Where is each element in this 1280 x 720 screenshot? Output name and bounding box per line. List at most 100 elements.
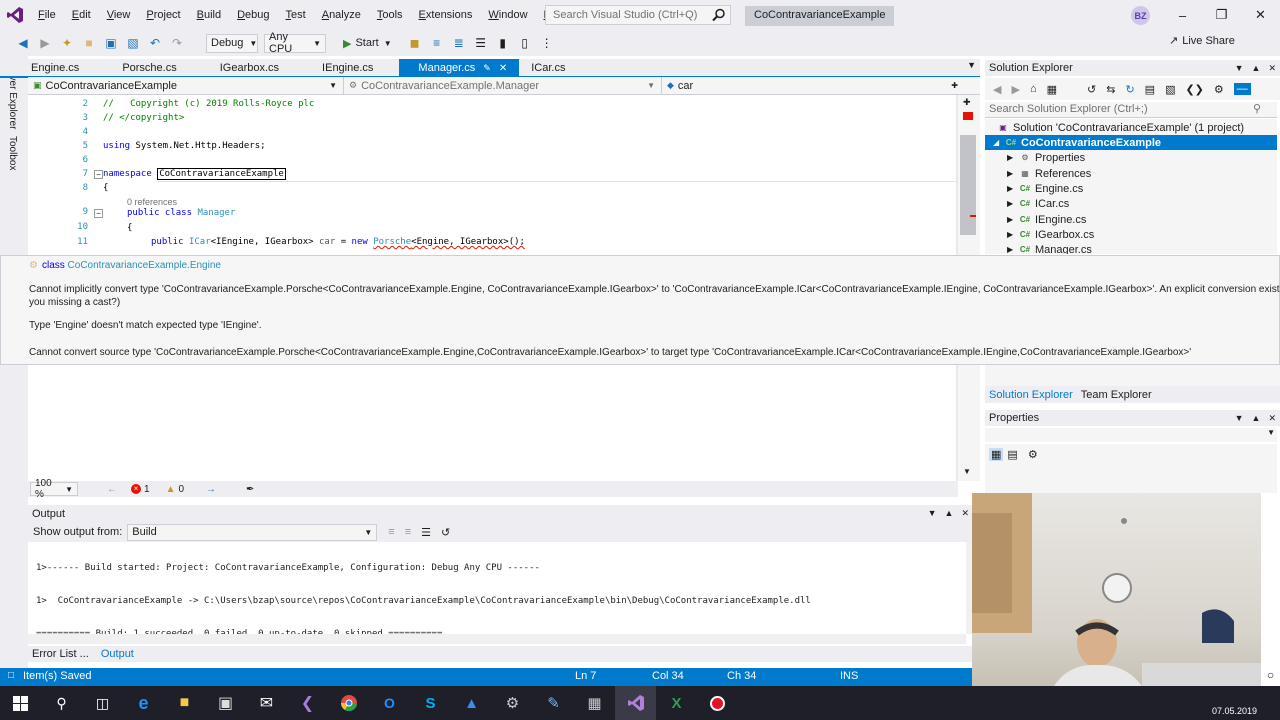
comment-icon[interactable]: ☰ xyxy=(472,34,490,52)
scroll-down-icon[interactable]: ▼ xyxy=(963,467,971,476)
tab-iengine[interactable]: IEngine.cs xyxy=(291,59,385,76)
tree-project[interactable]: ◢ C# CoContravarianceExample xyxy=(985,135,1277,150)
bookmark-prev-icon[interactable]: ▯ xyxy=(516,34,534,52)
window-menu-icon[interactable]: ▼ xyxy=(928,508,937,519)
mail-icon[interactable]: ✉ xyxy=(246,686,287,720)
properties-icon[interactable]: ⚙ xyxy=(1214,83,1224,96)
visual-studio-taskbar-icon[interactable] xyxy=(615,686,656,720)
find-next-icon[interactable]: ≡ xyxy=(405,526,411,538)
menu-window[interactable]: Window xyxy=(480,0,535,30)
collapse-all-icon[interactable]: ▤ xyxy=(1145,83,1155,96)
window-menu-icon[interactable]: ▼ xyxy=(1235,413,1244,424)
tab-igearbox[interactable]: IGearbox.cs xyxy=(189,59,291,76)
member-dropdown[interactable]: ◆ car ✚ xyxy=(662,77,962,94)
task-view-icon[interactable]: ◫ xyxy=(82,686,123,720)
edge-icon[interactable]: e xyxy=(123,686,164,720)
tree-file[interactable]: ▶ C# IGearbox.cs xyxy=(1007,227,1094,242)
close-panel-icon[interactable]: ✕ xyxy=(1268,413,1276,424)
calculator-icon[interactable]: ▦ xyxy=(574,686,615,720)
output-source-select[interactable]: Build ▼ xyxy=(127,523,378,541)
back-icon[interactable]: ◀ xyxy=(993,83,1001,96)
skype-icon[interactable]: S xyxy=(410,686,451,720)
tab-error-list[interactable]: Error List ... xyxy=(28,648,93,660)
pin-icon[interactable]: ✎ xyxy=(483,63,491,74)
tab-output[interactable]: Output xyxy=(97,648,138,660)
undo-icon[interactable]: ↶ xyxy=(146,34,164,52)
home-icon[interactable]: ⌂ xyxy=(1030,83,1037,95)
tree-file[interactable]: ▶ C# IEngine.cs xyxy=(1007,212,1086,227)
menu-project[interactable]: Project xyxy=(138,0,188,30)
error-marker[interactable] xyxy=(963,112,973,120)
tab-engine[interactable]: Engine.cs xyxy=(0,59,91,76)
preview-icon[interactable]: — xyxy=(1233,83,1251,95)
tab-icar[interactable]: ICar.cs xyxy=(519,59,577,76)
avatar[interactable]: BZ xyxy=(1131,6,1150,25)
forward-icon[interactable]: ▶ xyxy=(36,34,54,52)
step-icon[interactable]: ≡ xyxy=(428,34,446,52)
word-wrap-icon[interactable]: ↺ xyxy=(441,526,450,539)
attach-icon[interactable]: ◼ xyxy=(406,34,424,52)
restore-icon[interactable]: ❐ xyxy=(1202,0,1241,30)
pin-icon[interactable]: ▲ xyxy=(1252,413,1261,424)
menu-view[interactable]: View xyxy=(99,0,139,30)
brush-icon[interactable]: ✒ xyxy=(246,484,254,495)
solution-explorer-search[interactable]: Search Solution Explorer (Ctrl+;) ⚲ xyxy=(985,102,1277,118)
error-count[interactable]: × 1 xyxy=(131,484,150,495)
menu-test[interactable]: Test xyxy=(278,0,314,30)
codelens-references[interactable]: 0 references xyxy=(127,197,177,207)
tree-file[interactable]: ▶ C# Manager.cs xyxy=(1007,242,1092,255)
clear-all-icon[interactable]: ☰ xyxy=(421,526,431,539)
redo-icon[interactable]: ↷ xyxy=(168,34,186,52)
chrome-icon[interactable] xyxy=(328,686,369,720)
show-all-files-icon[interactable]: ▧ xyxy=(1165,83,1175,96)
tree-properties[interactable]: ▶ ⚙ Properties xyxy=(1007,150,1085,165)
menu-extensions[interactable]: Extensions xyxy=(411,0,481,30)
menu-edit[interactable]: Edit xyxy=(64,0,99,30)
vscode-icon[interactable]: ❮ xyxy=(287,686,328,720)
settings-icon[interactable]: ⚙ xyxy=(492,686,533,720)
split-icon[interactable]: ✚ xyxy=(951,81,958,90)
live-share-button[interactable]: ↗ Live Share xyxy=(1169,34,1235,48)
close-panel-icon[interactable]: ✕ xyxy=(961,508,969,519)
azure-icon[interactable]: ▲ xyxy=(451,686,492,720)
tab-solution-explorer[interactable]: Solution Explorer xyxy=(985,389,1077,401)
collapse-class-icon[interactable]: − xyxy=(94,209,103,218)
warning-count[interactable]: ▲ 0 xyxy=(166,484,184,495)
project-dropdown[interactable]: ▣ CoContravarianceExample ▼ xyxy=(28,77,344,94)
record-icon[interactable] xyxy=(697,686,738,720)
close-panel-icon[interactable]: ✕ xyxy=(1268,63,1276,74)
window-menu-icon[interactable]: ▼ xyxy=(1235,63,1244,74)
tab-team-explorer[interactable]: Team Explorer xyxy=(1077,389,1156,401)
notes-icon[interactable]: ✎ xyxy=(533,686,574,720)
type-dropdown[interactable]: ⚙ CoContravarianceExample.Manager ▼ xyxy=(344,77,662,94)
tree-file[interactable]: ▶ C# ICar.cs xyxy=(1007,196,1069,211)
search-input[interactable]: Search Visual Studio (Ctrl+Q) xyxy=(545,5,731,25)
collapse-namespace-icon[interactable]: − xyxy=(94,170,103,179)
tab-manager[interactable]: Manager.cs ✎ ✕ xyxy=(399,59,520,76)
tree-solution[interactable]: ▣ Solution 'CoContravarianceExample' (1 p… xyxy=(997,120,1244,135)
toolbox-tab[interactable]: Toolbox xyxy=(7,136,18,170)
outlook-icon[interactable]: O xyxy=(369,686,410,720)
pin-icon[interactable]: ▲ xyxy=(945,508,954,519)
pin-icon[interactable]: ▲ xyxy=(1252,63,1261,74)
refresh-icon[interactable]: ↻ xyxy=(1125,83,1134,96)
menu-build[interactable]: Build xyxy=(189,0,229,30)
next-error-icon[interactable]: → xyxy=(206,484,216,495)
property-pages-icon[interactable]: ⚙ xyxy=(1028,448,1038,461)
tree-references[interactable]: ▶ ▦ References xyxy=(1007,166,1091,181)
split-editor-icon[interactable]: ✚ xyxy=(963,97,971,108)
output-text[interactable]: 1>------ Build started: Project: CoContr… xyxy=(28,542,966,639)
switch-views-icon[interactable]: ▦ xyxy=(1047,83,1057,96)
bookmark-icon[interactable]: ▮ xyxy=(494,34,512,52)
scrollbar-thumb[interactable] xyxy=(960,135,976,235)
prev-error-icon[interactable]: ← xyxy=(107,484,117,495)
platform-select[interactable]: Any CPU ▼ xyxy=(264,31,326,55)
start-button[interactable]: ▶ Start ▼ xyxy=(343,37,392,50)
tree-file[interactable]: ▶ C# Engine.cs xyxy=(1007,181,1083,196)
tab-overflow-icon[interactable]: ▼ xyxy=(967,60,976,70)
store-icon[interactable]: ▣ xyxy=(205,686,246,720)
close-tab-icon[interactable]: ✕ xyxy=(499,63,507,74)
excel-icon[interactable]: X xyxy=(656,686,697,720)
menu-tools[interactable]: Tools xyxy=(369,0,411,30)
back-icon[interactable]: ◀ xyxy=(14,34,32,52)
